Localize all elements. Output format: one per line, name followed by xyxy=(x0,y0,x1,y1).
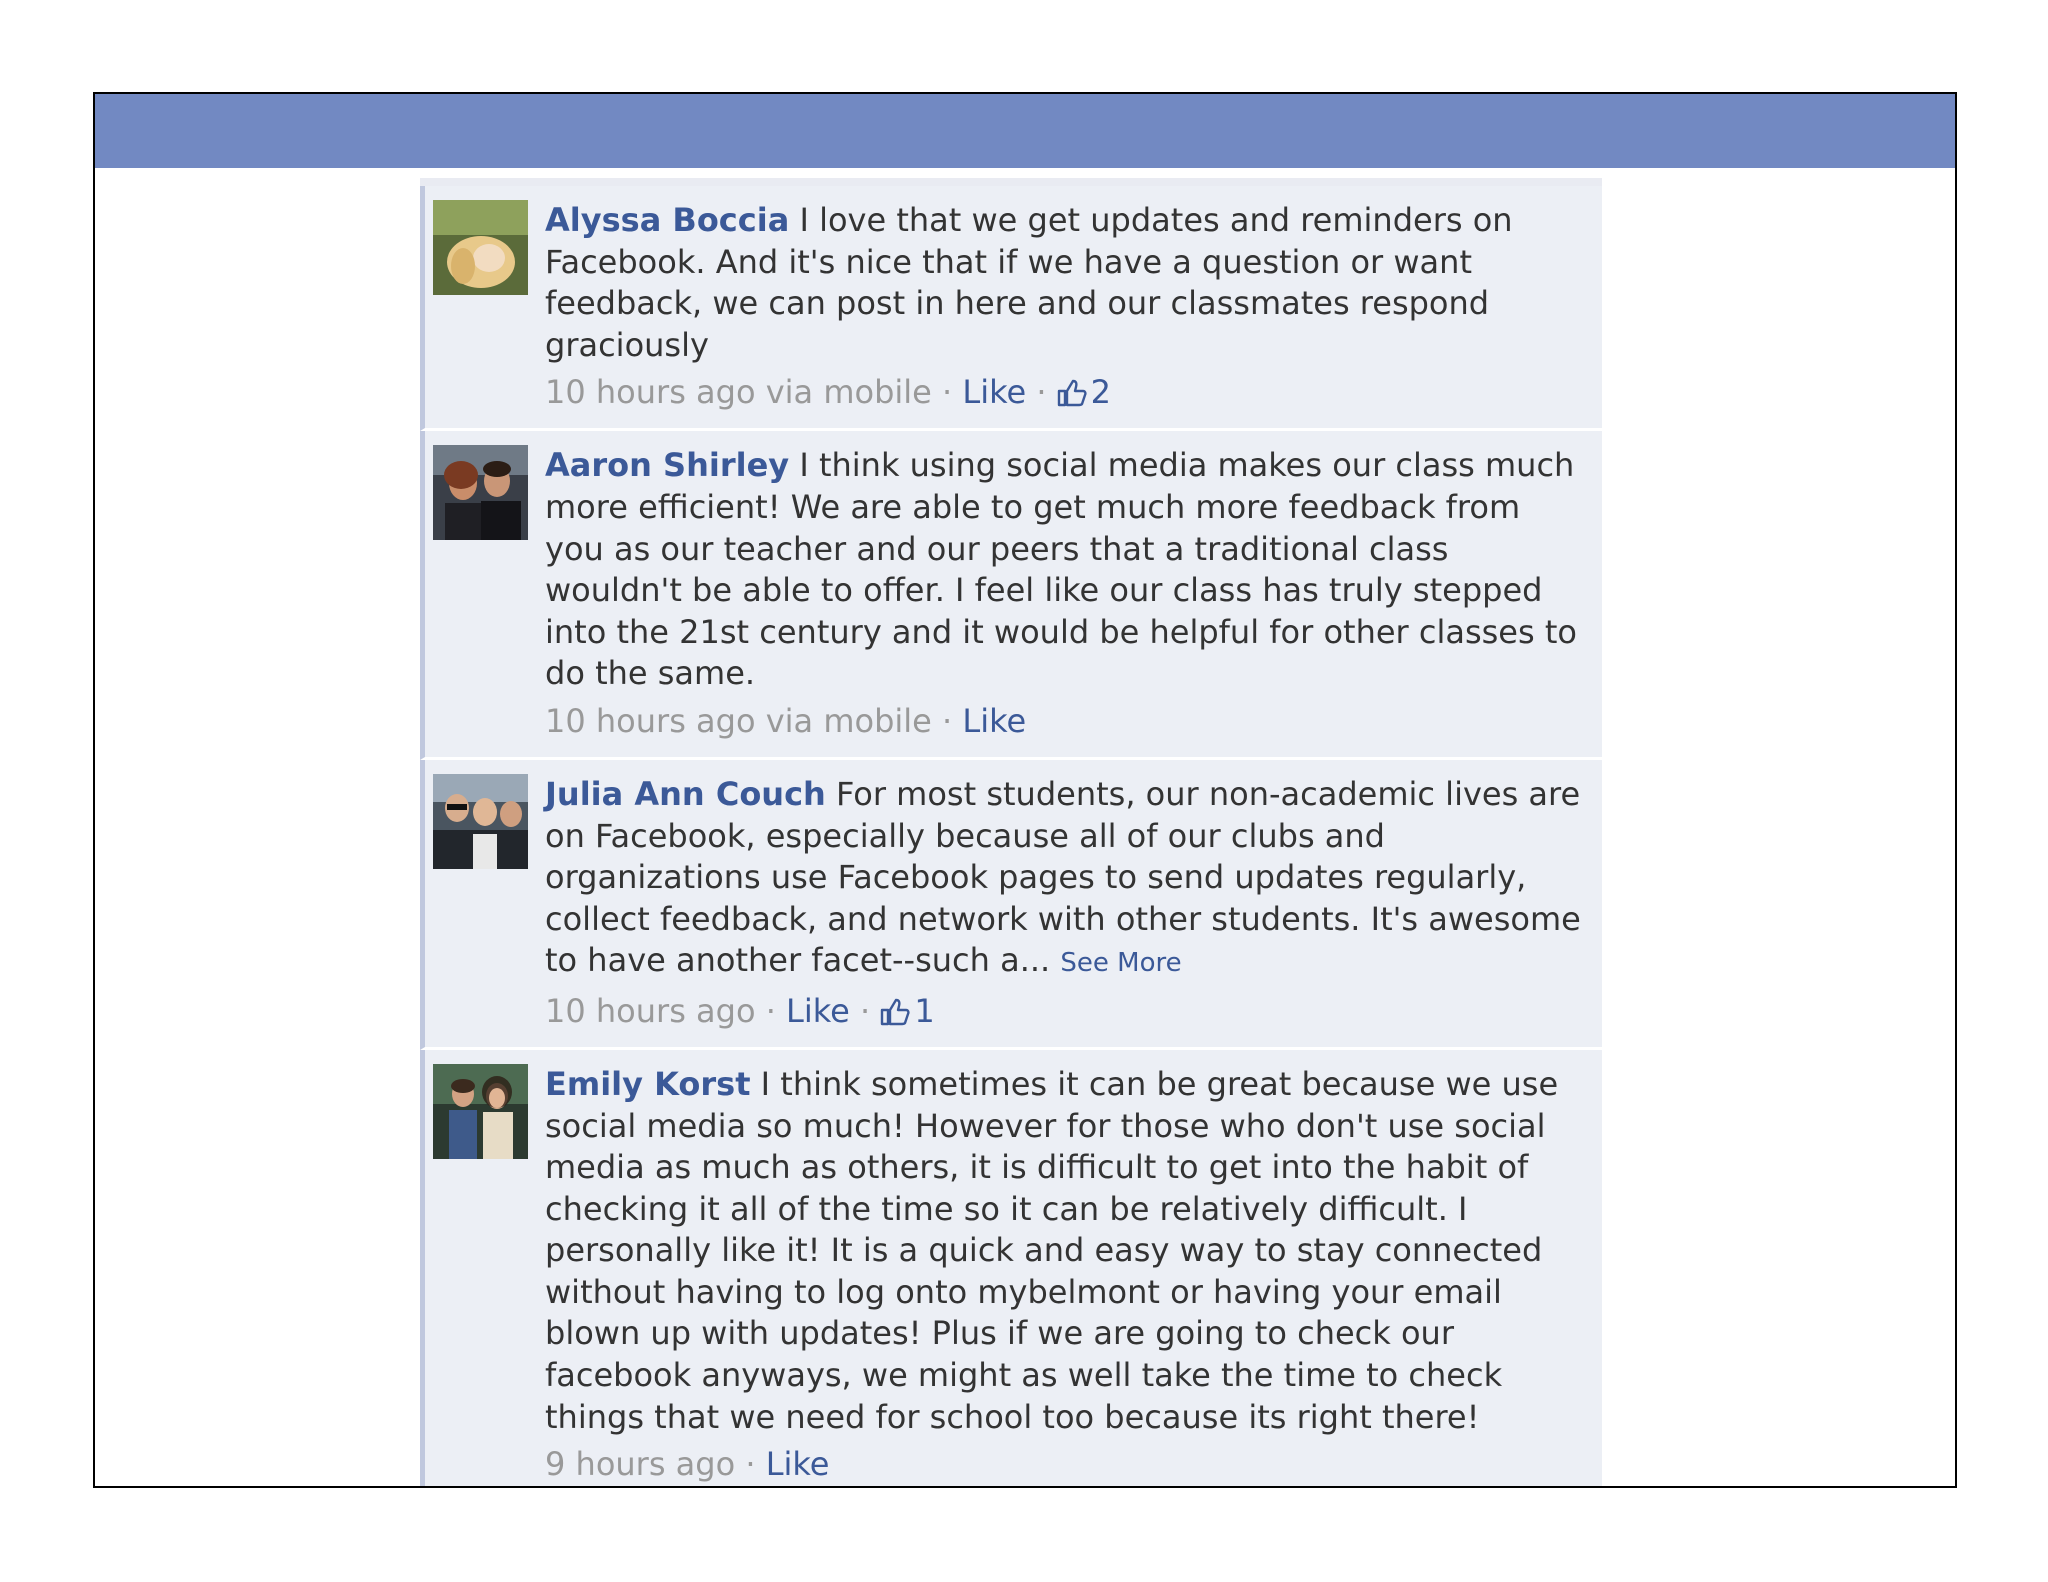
feed-divider xyxy=(420,178,1602,186)
separator: · xyxy=(1026,373,1057,412)
like-link[interactable]: Like xyxy=(786,992,850,1030)
comment-item: Aaron Shirley I think using social media… xyxy=(420,431,1602,760)
avatar-emily-korst[interactable] xyxy=(433,1063,528,1159)
avatar-julia-ann-couch[interactable] xyxy=(433,773,528,869)
separator: · xyxy=(735,1445,766,1484)
separator: · xyxy=(931,373,963,412)
avatar-alyssa-boccia[interactable] xyxy=(433,200,528,295)
like-count-number: 2 xyxy=(1090,373,1112,412)
comment-timestamp: 10 hours ago xyxy=(545,991,756,1030)
see-more-link[interactable]: See More xyxy=(1060,948,1181,978)
comment-timestamp: 10 hours ago via mobile xyxy=(545,373,932,412)
comment-meta: 10 hours ago via mobile · Like xyxy=(545,699,1582,743)
comment-item: Alyssa Boccia I love that we get updates… xyxy=(420,186,1602,432)
slide-frame: Alyssa Boccia I love that we get updates… xyxy=(93,92,1957,1488)
comment-meta: 10 hours ago via mobile · Like · 2 xyxy=(545,370,1582,414)
comment-author[interactable]: Aaron Shirley xyxy=(545,446,789,484)
comment-author[interactable]: Emily Korst xyxy=(545,1065,750,1103)
comment-item: Emily Korst I think sometimes it can be … xyxy=(420,1049,1602,1486)
separator: · xyxy=(849,991,881,1030)
comment-author[interactable]: Julia Ann Couch xyxy=(545,775,826,813)
comment-feed: Alyssa Boccia I love that we get updates… xyxy=(420,178,1602,1486)
comment-timestamp: 10 hours ago via mobile xyxy=(545,701,932,740)
thumbs-up-icon xyxy=(1057,380,1087,407)
separator: · xyxy=(755,991,787,1030)
like-count-number: 1 xyxy=(914,991,935,1030)
like-link[interactable]: Like xyxy=(766,1445,830,1483)
comment-author[interactable]: Alyssa Boccia xyxy=(545,201,789,239)
like-link[interactable]: Like xyxy=(962,702,1026,740)
comment-timestamp: 9 hours ago xyxy=(545,1445,736,1484)
like-count[interactable]: 2 xyxy=(1057,373,1111,411)
thumbs-up-icon xyxy=(881,998,910,1026)
like-link[interactable]: Like xyxy=(962,373,1026,411)
comment-meta: 9 hours ago · Like xyxy=(545,1442,1582,1486)
separator: · xyxy=(931,701,963,740)
comment-item: Julia Ann Couch For most students, our n… xyxy=(420,759,1602,1050)
like-count[interactable]: 1 xyxy=(880,991,935,1030)
header-bar xyxy=(95,94,1955,168)
comment-meta: 10 hours ago · Like · 1 xyxy=(545,989,1582,1033)
comment-text: I think sometimes it can be great becaus… xyxy=(545,1064,1559,1436)
avatar-aaron-shirley[interactable] xyxy=(433,445,528,541)
